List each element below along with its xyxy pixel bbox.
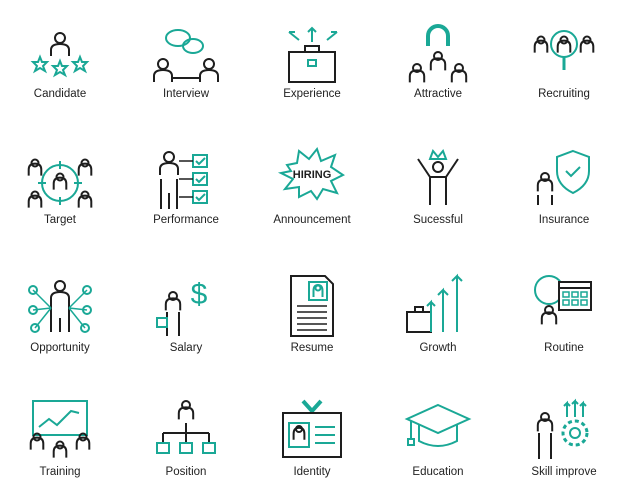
icon-label: Skill improve [531,466,597,478]
hiring-badge-text: HIRING [293,169,332,181]
skill-improve-icon [536,398,589,459]
svg-text:$: $ [191,278,208,311]
target-icon [27,158,93,208]
icon-label: Opportunity [30,342,90,354]
performance-icon [159,151,208,209]
growth-icon [406,273,463,333]
icon-label: Position [165,466,207,478]
identity-icon [282,399,342,458]
icon-label: Identity [293,466,331,478]
icon-label: Announcement [273,214,351,226]
icon-label: Performance [153,214,219,226]
icon-tile-skill-improve: Skill improve [501,0,626,478]
routine-icon [534,275,592,325]
icon-label: Target [44,214,76,226]
icon-tile-identity: Identity [249,0,375,478]
icon-label: Sucessful [413,214,463,226]
icon-label: Resume [290,342,334,354]
position-icon [156,400,216,454]
icon-label: Training [39,466,81,478]
opportunity-icon [28,280,92,333]
salary-icon: $ [156,278,208,336]
icon-label: Routine [544,342,584,354]
training-icon [29,400,91,458]
education-icon [404,403,472,447]
resume-icon [290,275,334,337]
insurance-icon [536,149,590,205]
successful-icon [417,149,459,205]
icon-label: Education [412,466,464,478]
icon-label: Insurance [538,214,590,226]
icon-tile-education: Education [375,0,501,478]
announcement-icon: HIRING [277,146,345,201]
icon-tile-position: Position [123,0,249,478]
icon-label: Salary [169,342,203,354]
icon-label: Growth [419,342,457,354]
icon-tile-training: Training [0,0,123,478]
